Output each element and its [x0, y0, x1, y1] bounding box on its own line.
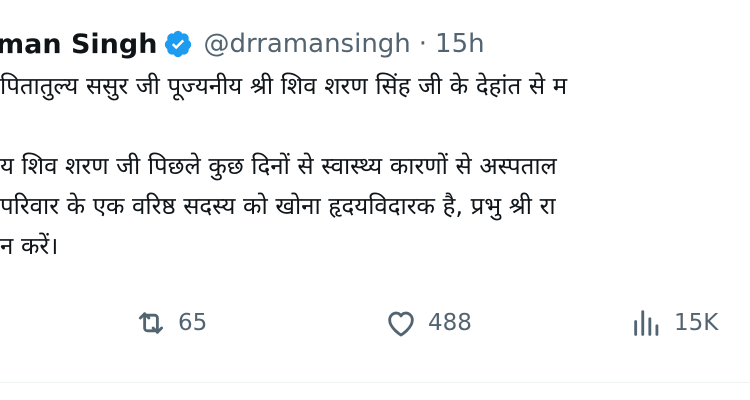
like-button[interactable]: 488 [384, 306, 472, 340]
author-name[interactable]: man Singh [0, 29, 157, 60]
tweet-text-blank-line [0, 106, 750, 146]
tweet-timestamp[interactable]: 15h [435, 29, 485, 59]
heart-icon [388, 311, 414, 337]
tweet-actions: 65 488 15K [0, 306, 750, 352]
tweet-text-line: परिवार के एक वरिष्ठ सदस्य को खोना हृदयवि… [0, 192, 556, 220]
tweet-text-line: न करें। [0, 232, 59, 260]
tweet-text-line: पितातुल्य ससुर जी पूज्यनीय श्री शिव शरण … [0, 72, 568, 100]
tweet-divider [0, 382, 750, 383]
retweet-button[interactable]: 65 [134, 306, 207, 340]
tweet-text: पितातुल्य ससुर जी पूज्यनीय श्री शिव शरण … [0, 66, 750, 266]
tweet-header: man Singh @drramansingh · 15h [0, 22, 485, 66]
tweet-text-line: य शिव शरण जी पिछले कुछ दिनों से स्वास्थ्… [0, 152, 557, 180]
views-chart-icon [634, 310, 659, 336]
author-handle[interactable]: @drramansingh [203, 29, 410, 59]
retweet-count: 65 [178, 310, 208, 336]
views-count: 15K [674, 310, 719, 336]
views-button[interactable]: 15K [630, 306, 718, 340]
dot-separator: · [418, 29, 428, 59]
like-count: 488 [428, 310, 472, 336]
retweet-icon [138, 312, 164, 334]
verified-badge-icon [165, 30, 192, 58]
